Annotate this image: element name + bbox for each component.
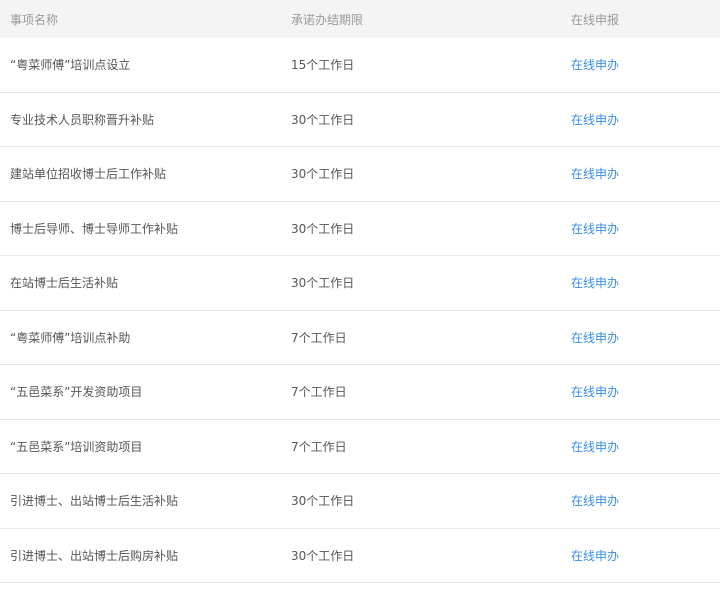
- deadline: 7个工作日: [291, 385, 347, 400]
- services-table: 事项名称 承诺办结期限 在线申报 “粤菜师傅”培训点设立 15个工作日 在线申办…: [0, 0, 720, 583]
- item-name: “粤菜师傅”培训点设立: [10, 58, 131, 73]
- apply-online-link[interactable]: 在线申办: [571, 113, 619, 127]
- table-row: “粤菜师傅”培训点补助 7个工作日 在线申办: [0, 310, 720, 365]
- table-row: 博士后导师、博士导师工作补贴 30个工作日 在线申办: [0, 201, 720, 256]
- table-row: “粤菜师傅”培训点设立 15个工作日 在线申办: [0, 38, 720, 93]
- deadline: 30个工作日: [291, 276, 355, 291]
- table-row: “五邑菜系”培训资助项目 7个工作日 在线申办: [0, 419, 720, 474]
- apply-online-link[interactable]: 在线申办: [571, 222, 619, 236]
- apply-online-link[interactable]: 在线申办: [571, 494, 619, 508]
- apply-online-link[interactable]: 在线申办: [571, 549, 619, 563]
- table-row: 引进博士、出站博士后购房补贴 30个工作日 在线申办: [0, 528, 720, 583]
- item-name: 建站单位招收博士后工作补贴: [10, 167, 167, 182]
- deadline: 7个工作日: [291, 439, 347, 454]
- item-name: “粤菜师傅”培训点补助: [10, 330, 131, 345]
- apply-online-link[interactable]: 在线申办: [571, 440, 619, 454]
- apply-online-link[interactable]: 在线申办: [571, 385, 619, 399]
- item-name: “五邑菜系”开发资助项目: [10, 385, 143, 400]
- item-name: 专业技术人员职称晋升补贴: [10, 112, 155, 127]
- table-row: “五邑菜系”开发资助项目 7个工作日 在线申办: [0, 365, 720, 420]
- item-name: 博士后导师、博士导师工作补贴: [10, 221, 179, 236]
- table-row: 建站单位招收博士后工作补贴 30个工作日 在线申办: [0, 147, 720, 202]
- apply-online-link[interactable]: 在线申办: [571, 58, 619, 72]
- deadline: 30个工作日: [291, 167, 355, 182]
- item-name: 引进博士、出站博士后购房补贴: [10, 548, 179, 563]
- column-header-apply: 在线申报: [571, 12, 620, 27]
- table-row: 专业技术人员职称晋升补贴 30个工作日 在线申办: [0, 92, 720, 147]
- table-row: 在站博士后生活补贴 30个工作日 在线申办: [0, 256, 720, 311]
- item-name: 引进博士、出站博士后生活补贴: [10, 494, 179, 509]
- deadline: 30个工作日: [291, 494, 355, 509]
- apply-online-link[interactable]: 在线申办: [571, 331, 619, 345]
- table-row: 引进博士、出站博士后生活补贴 30个工作日 在线申办: [0, 474, 720, 529]
- item-name: 在站博士后生活补贴: [10, 276, 119, 291]
- deadline: 30个工作日: [291, 548, 355, 563]
- apply-online-link[interactable]: 在线申办: [571, 167, 619, 181]
- column-header-deadline: 承诺办结期限: [291, 12, 364, 27]
- item-name: “五邑菜系”培训资助项目: [10, 439, 143, 454]
- column-header-item: 事项名称: [10, 12, 59, 27]
- deadline: 15个工作日: [291, 58, 355, 73]
- deadline: 30个工作日: [291, 112, 355, 127]
- apply-online-link[interactable]: 在线申办: [571, 276, 619, 290]
- deadline: 7个工作日: [291, 330, 347, 345]
- table-header: 事项名称 承诺办结期限 在线申报: [0, 0, 720, 38]
- deadline: 30个工作日: [291, 221, 355, 236]
